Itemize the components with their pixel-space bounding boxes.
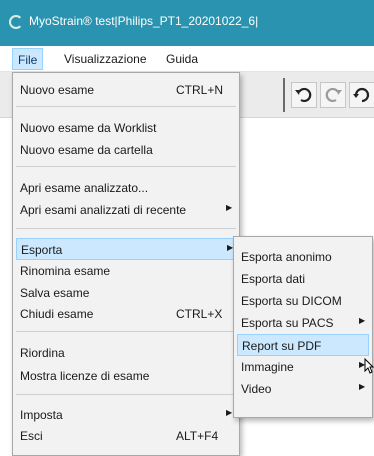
menu-item-label: Mostra licenze di esame [20, 369, 150, 383]
menu-item-rinomina-esame[interactable]: Rinomina esame [16, 260, 236, 282]
menu-item-label: Esporta su PACS [241, 316, 334, 330]
menu-item-esporta-pacs[interactable]: Esporta su PACS ▶ [237, 312, 369, 334]
menu-bar: File Visualizzazione Guida [0, 46, 374, 72]
menu-separator [16, 166, 236, 167]
menu-item-label: Imposta [20, 408, 63, 422]
menu-item-mostra-licenze[interactable]: Mostra licenze di esame [16, 365, 236, 387]
menu-item-label: Rinomina esame [20, 264, 111, 278]
menu-item-apri-recenti[interactable]: Apri esami analizzati di recente ▶ [16, 199, 236, 221]
menu-item-label: Nuovo esame da cartella [20, 143, 153, 157]
menu-item-label: Chiudi esame [20, 307, 94, 321]
rotate-button[interactable] [349, 82, 374, 108]
window-title: MyoStrain® test|Philips_PT1_20201022_6| [29, 14, 259, 28]
submenu-arrow-icon: ▶ [359, 316, 366, 325]
menu-item-label: Esporta anonimo [241, 250, 332, 264]
menu-item-esporta-dati[interactable]: Esporta dati [237, 268, 369, 290]
menu-item-nuovo-esame-cartella[interactable]: Nuovo esame da cartella [16, 139, 236, 161]
redo-icon [325, 87, 342, 103]
rotate-icon [353, 87, 370, 103]
toolbar-separator [283, 78, 285, 112]
menu-item-report-pdf[interactable]: Report su PDF [237, 334, 369, 356]
menu-item-shortcut: CTRL+X [176, 307, 223, 321]
menu-item-label: Report su PDF [242, 339, 322, 353]
menu-separator [16, 331, 236, 332]
title-bar: MyoStrain® test|Philips_PT1_20201022_6| [0, 0, 374, 46]
menu-item-video[interactable]: Video ▶ [237, 378, 369, 400]
menu-item-salva-esame[interactable]: Salva esame [16, 282, 236, 304]
undo-icon [295, 87, 312, 103]
menu-item-label: Nuovo esame [20, 83, 95, 97]
menu-item-chiudi-esame[interactable]: Chiudi esame CTRL+X [16, 303, 236, 325]
menu-item-label: Apri esame analizzato... [20, 181, 149, 195]
menu-item-shortcut: ALT+F4 [176, 429, 219, 443]
menu-item-label: Esporta su DICOM [241, 294, 342, 308]
submenu-arrow-icon: ▶ [226, 408, 233, 417]
menu-item-esporta-anonimo[interactable]: Esporta anonimo [237, 246, 369, 268]
menu-item-apri-esame-analizzato[interactable]: Apri esame analizzato... [16, 177, 236, 199]
menu-visualizzazione[interactable]: Visualizzazione [64, 52, 147, 66]
menu-item-esporta-dicom[interactable]: Esporta su DICOM [237, 290, 369, 312]
menu-item-imposta[interactable]: Imposta ▶ [16, 404, 236, 426]
menu-item-riordina[interactable]: Riordina [16, 342, 236, 364]
app-logo-icon [9, 15, 23, 29]
menu-item-label: Salva esame [20, 286, 90, 300]
menu-separator [16, 394, 236, 395]
export-submenu: Esporta anonimo Esporta dati Esporta su … [233, 236, 373, 418]
menu-item-shortcut: CTRL+N [176, 83, 224, 97]
undo-button[interactable] [291, 82, 317, 108]
menu-item-label: Esporta [21, 243, 63, 257]
menu-item-label: Apri esami analizzati di recente [20, 203, 187, 217]
submenu-arrow-icon: ▶ [226, 203, 233, 212]
submenu-arrow-icon: ▶ [359, 382, 366, 391]
menu-separator [16, 228, 236, 229]
menu-item-label: Video [241, 382, 272, 396]
menu-item-label: Nuovo esame da Worklist [20, 121, 157, 135]
menu-item-label: Immagine [241, 360, 294, 374]
menu-file[interactable]: File [12, 48, 44, 70]
menu-separator [16, 106, 236, 107]
mouse-cursor-icon [364, 358, 374, 374]
file-menu: Nuovo esame CTRL+N Nuovo esame da Workli… [12, 72, 240, 456]
menu-guida[interactable]: Guida [166, 52, 198, 66]
menu-item-immagine[interactable]: Immagine ▶ [237, 356, 369, 378]
menu-item-label: Riordina [20, 346, 65, 360]
menu-item-nuovo-esame-worklist[interactable]: Nuovo esame da Worklist [16, 117, 236, 139]
menu-item-nuovo-esame[interactable]: Nuovo esame CTRL+N [16, 79, 236, 101]
menu-item-esci[interactable]: Esci ALT+F4 [16, 425, 236, 447]
redo-button[interactable] [320, 82, 346, 108]
menu-item-esporta[interactable]: Esporta ▶ [16, 238, 236, 260]
menu-item-label: Esporta dati [241, 272, 306, 286]
menu-item-label: Esci [20, 429, 43, 443]
